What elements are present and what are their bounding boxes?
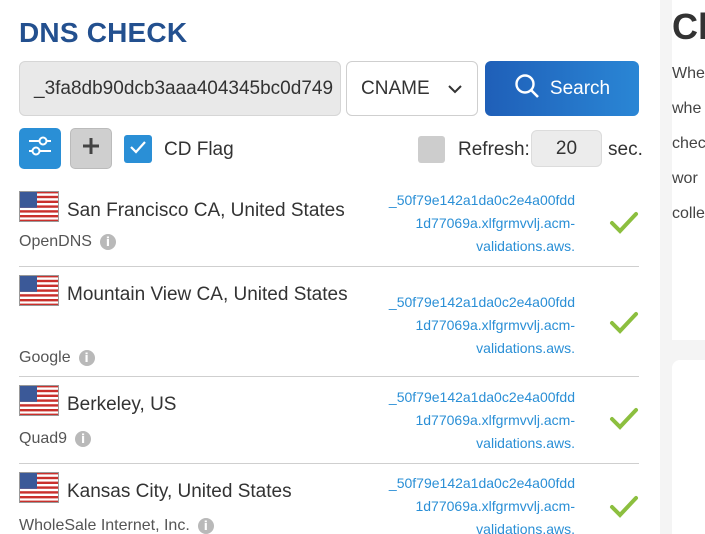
- settings-button[interactable]: [19, 128, 61, 169]
- search-input[interactable]: _3fa8db90dcb3aaa404345bc0d749: [19, 61, 341, 116]
- record-line: _50f79e142a1da0c2e4a00fdd: [388, 475, 575, 491]
- checkmark-icon: [610, 496, 638, 518]
- cd-flag-label: CD Flag: [164, 139, 234, 160]
- result-record[interactable]: _50f79e142a1da0c2e4a00fdd 1d77069a.xlfgr…: [359, 189, 575, 258]
- record-line: validations.aws.: [476, 238, 575, 254]
- record-line: 1d77069a.xlfgrmvvlj.acm-: [415, 317, 575, 333]
- refresh-checkbox[interactable]: [418, 136, 445, 163]
- location-name: Kansas City, United States: [67, 481, 292, 502]
- result-record[interactable]: _50f79e142a1da0c2e4a00fdd 1d77069a.xlfgr…: [359, 472, 575, 534]
- provider-name: Google: [19, 349, 71, 366]
- record-line: validations.aws.: [476, 435, 575, 451]
- result-location: San Francisco CA, United States: [19, 191, 349, 227]
- provider-name: WholeSale Internet, Inc.: [19, 517, 190, 534]
- result-provider: Google i: [19, 349, 95, 367]
- checkmark-icon: [610, 312, 638, 334]
- search-icon: [514, 73, 540, 105]
- location-name: Berkeley, US: [67, 394, 177, 415]
- record-line: _50f79e142a1da0c2e4a00fdd: [388, 389, 575, 405]
- result-provider: WholeSale Internet, Inc. i: [19, 517, 214, 534]
- info-icon[interactable]: i: [78, 350, 95, 366]
- result-provider: Quad9 i: [19, 430, 92, 448]
- location-name: San Francisco CA, United States: [67, 200, 345, 221]
- result-location: Mountain View CA, United States: [19, 275, 349, 311]
- side-panel-text: wor: [672, 170, 698, 187]
- result-row: San Francisco CA, United States OpenDNS …: [19, 181, 639, 267]
- record-line: _50f79e142a1da0c2e4a00fdd: [388, 294, 575, 310]
- record-type-select[interactable]: CNAME: [346, 61, 478, 116]
- side-panel-text: chec: [672, 135, 705, 152]
- side-panel-text: whe: [672, 100, 702, 117]
- result-provider: OpenDNS i: [19, 233, 116, 251]
- plus-icon: [81, 136, 101, 161]
- result-location: Kansas City, United States: [19, 472, 349, 508]
- us-flag-icon: [19, 275, 59, 306]
- search-button-label: Search: [549, 77, 611, 99]
- side-panel-text: Whe: [672, 65, 705, 82]
- result-location: Berkeley, US: [19, 385, 349, 421]
- refresh-unit: sec.: [608, 139, 643, 160]
- location-name: Mountain View CA, United States: [67, 284, 348, 305]
- info-icon[interactable]: i: [75, 431, 92, 447]
- us-flag-icon: [19, 191, 59, 222]
- sliders-icon: [27, 134, 53, 163]
- record-line: validations.aws.: [476, 340, 575, 356]
- result-row: Berkeley, US Quad9 i _50f79e142a1da0c2e4…: [19, 377, 639, 464]
- record-line: 1d77069a.xlfgrmvvlj.acm-: [415, 412, 575, 428]
- result-row: Kansas City, United States WholeSale Int…: [19, 464, 639, 534]
- record-line: 1d77069a.xlfgrmvvlj.acm-: [415, 498, 575, 514]
- result-record[interactable]: _50f79e142a1da0c2e4a00fdd 1d77069a.xlfgr…: [359, 291, 575, 360]
- info-icon[interactable]: i: [197, 518, 214, 534]
- results-list: San Francisco CA, United States OpenDNS …: [19, 181, 639, 534]
- page-title: DNS CHECK: [19, 17, 188, 48]
- result-record[interactable]: _50f79e142a1da0c2e4a00fdd 1d77069a.xlfgr…: [359, 386, 575, 455]
- chevron-down-icon: [447, 78, 463, 100]
- side-card-secondary: [672, 360, 705, 534]
- us-flag-icon: [19, 385, 59, 416]
- side-panel-text: colle: [672, 205, 705, 222]
- us-flag-icon: [19, 472, 59, 503]
- result-row: Mountain View CA, United States Google i…: [19, 267, 639, 377]
- cd-flag-checkbox[interactable]: [124, 135, 152, 163]
- provider-name: OpenDNS: [19, 233, 92, 250]
- side-panel: Ch Whe whe chec wor colle: [660, 0, 705, 534]
- refresh-interval-input[interactable]: 20: [531, 130, 602, 167]
- record-line: _50f79e142a1da0c2e4a00fdd: [388, 192, 575, 208]
- side-panel-title: Ch: [672, 6, 705, 47]
- record-line: 1d77069a.xlfgrmvvlj.acm-: [415, 215, 575, 231]
- record-type-value: CNAME: [361, 77, 430, 99]
- dns-check-main: DNS CHECK _3fa8db90dcb3aaa404345bc0d749 …: [0, 0, 660, 534]
- checkmark-icon: [610, 212, 638, 234]
- provider-name: Quad9: [19, 430, 68, 447]
- checkmark-icon: [610, 408, 638, 430]
- info-icon[interactable]: i: [99, 234, 116, 250]
- add-server-button[interactable]: [70, 128, 112, 169]
- record-line: validations.aws.: [476, 521, 575, 534]
- checkmark-icon: [129, 140, 147, 159]
- search-button[interactable]: Search: [485, 61, 639, 116]
- refresh-label: Refresh:: [458, 139, 530, 160]
